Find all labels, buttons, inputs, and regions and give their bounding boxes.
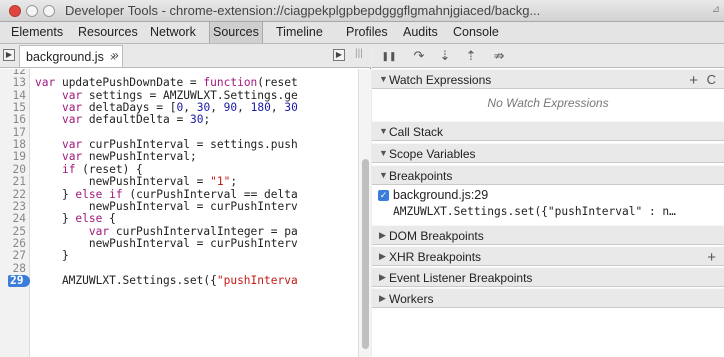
code-line[interactable]: 19 var newPushInterval; [0,150,358,164]
tab-resources[interactable]: Resources [75,22,141,43]
file-tab-background-js[interactable]: background.js × [19,45,124,67]
tab-sources[interactable]: Sources [209,22,263,43]
section-label: Breakpoints [389,169,453,183]
window-titlebar: Developer Tools - chrome-extension://cia… [0,0,724,22]
line-number[interactable]: 19 [0,151,26,164]
collapsed-triangle-icon: ▶ [379,251,386,261]
code-text: } else if (curPushInterval == delta [35,187,298,201]
section-label: Call Stack [389,125,444,139]
file-tab-label: background.js [26,50,104,64]
line-number[interactable]: 22 [0,188,26,201]
breakpoint-checkbox[interactable]: ✓ [378,190,389,201]
section-call-stack[interactable]: ▼ Call Stack [372,121,724,141]
code-text: var newPushInterval; [61,150,197,164]
empty-watch-message: No Watch Expressions [487,96,609,110]
code-line[interactable]: 24 } else { [0,212,358,225]
section-workers[interactable]: ▶ Workers [372,288,724,308]
section-label: Scope Variables [389,147,476,161]
step-into-icon[interactable]: ⇣ [434,47,456,65]
breakpoint-line-number: 29 [10,273,24,287]
step-over-icon[interactable]: ↷ [408,47,430,65]
code-line[interactable]: 29 AMZUWLXT.Settings.set({"pushInterva [0,273,358,287]
resize-grip-icon[interactable]: ⊿ [712,4,720,15]
section-dom-breakpoints[interactable]: ▶ DOM Breakpoints [372,225,724,245]
section-event-listener-breakpoints[interactable]: ▶ Event Listener Breakpoints [372,267,724,287]
breakpoint-list-item[interactable]: ✓ background.js:29 AMZUWLXT.Settings.set… [372,186,724,224]
code-text: } [35,249,69,263]
tab-console[interactable]: Console [450,22,502,43]
refresh-icon[interactable]: C [707,72,716,87]
section-xhr-breakpoints[interactable]: ▶ XHR Breakpoints + [372,246,724,266]
debugger-toggle-icon[interactable]: ▶ [333,49,345,61]
tab-timeline[interactable]: Timeline [273,22,326,43]
watch-expressions-body: No Watch Expressions [372,90,724,120]
step-out-icon[interactable]: ⇡ [460,47,482,65]
minimize-window-button[interactable] [26,5,38,17]
sources-editor-pane: ▶ background.js × » ▶ ||| 12 13 var updateP… [0,44,371,357]
code-line[interactable]: 22 } else if (curPushInterval == delta [0,187,358,201]
breakpoint-marker[interactable]: 29 [8,273,30,287]
code-line[interactable]: 21 newPushInterval = "1"; [0,175,358,189]
tab-network[interactable]: Network [147,22,199,43]
code-line[interactable]: 27 } [0,249,358,263]
debugger-sidebar: ❚❚ ↷ ⇣ ⇡ ⇏ ▼ Watch Expressions + C No Wa… [372,44,724,357]
file-tabbar: ▶ background.js × » ▶ ||| [0,44,371,68]
collapsed-triangle-icon: ▶ [379,272,386,282]
deactivate-breakpoints-icon[interactable]: ⇏ [488,47,510,65]
more-tabs-icon[interactable]: » [112,48,119,62]
expanded-triangle-icon: ▼ [379,74,388,84]
navigator-toggle-icon[interactable]: ▶ [3,49,15,61]
pause-icon[interactable]: ❚❚ [378,47,400,65]
debugger-toolbar: ❚❚ ↷ ⇣ ⇡ ⇏ [372,44,724,68]
line-number[interactable]: 27 [0,249,26,262]
code-editor[interactable]: 12 13 var updatePushDownDate = function(re… [0,69,358,357]
expanded-triangle-icon: ▼ [379,170,388,180]
section-label: DOM Breakpoints [389,229,484,243]
window-title: Developer Tools - chrome-extension://cia… [65,3,541,18]
code-text: AMZUWLXT.Settings.set({"pushInterva [35,273,298,287]
add-watch-icon[interactable]: + [689,72,698,89]
section-watch-expressions[interactable]: ▼ Watch Expressions + C [372,69,724,89]
code-line[interactable]: 16 var defaultDelta = 30; [0,113,358,127]
line-number[interactable]: 24 [0,212,26,225]
section-breakpoints[interactable]: ▼ Breakpoints [372,165,724,185]
expanded-triangle-icon: ▼ [379,126,388,136]
section-label: Watch Expressions [389,73,492,87]
code-text: newPushInterval = curPushInterv [35,236,298,250]
editor-scrollbar[interactable] [358,69,371,357]
tab-profiles[interactable]: Profiles [343,22,391,43]
tab-audits[interactable]: Audits [400,22,441,43]
code-line[interactable]: 13 var updatePushDownDate = function(rese… [0,76,358,89]
close-window-button[interactable] [9,5,21,17]
section-label: Workers [389,292,434,306]
line-number[interactable]: 16 [0,114,26,127]
line-number[interactable]: 13 [0,76,26,89]
add-xhr-breakpoint-icon[interactable]: + [707,249,716,266]
code-text: newPushInterval = "1"; [35,175,238,189]
tab-elements[interactable]: Elements [8,22,66,43]
breakpoint-location[interactable]: background.js:29 [393,188,488,202]
editor-scrollbar-thumb[interactable] [362,159,369,349]
section-label: Event Listener Breakpoints [389,271,533,285]
zoom-window-button[interactable] [43,5,55,17]
split-handle-icon[interactable]: ||| [355,48,363,59]
code-text: var defaultDelta = 30; [61,113,211,127]
line-number[interactable]: 21 [0,175,26,188]
collapsed-triangle-icon: ▶ [379,230,386,240]
collapsed-triangle-icon: ▶ [379,293,386,303]
breakpoint-code-snippet: AMZUWLXT.Settings.set({"pushInterval" : … [393,205,676,218]
panel-tabbar: Elements Resources Network Sources Timel… [0,22,724,44]
section-label: XHR Breakpoints [389,250,482,264]
expanded-triangle-icon: ▼ [379,148,388,158]
section-scope-variables[interactable]: ▼ Scope Variables [372,143,724,163]
